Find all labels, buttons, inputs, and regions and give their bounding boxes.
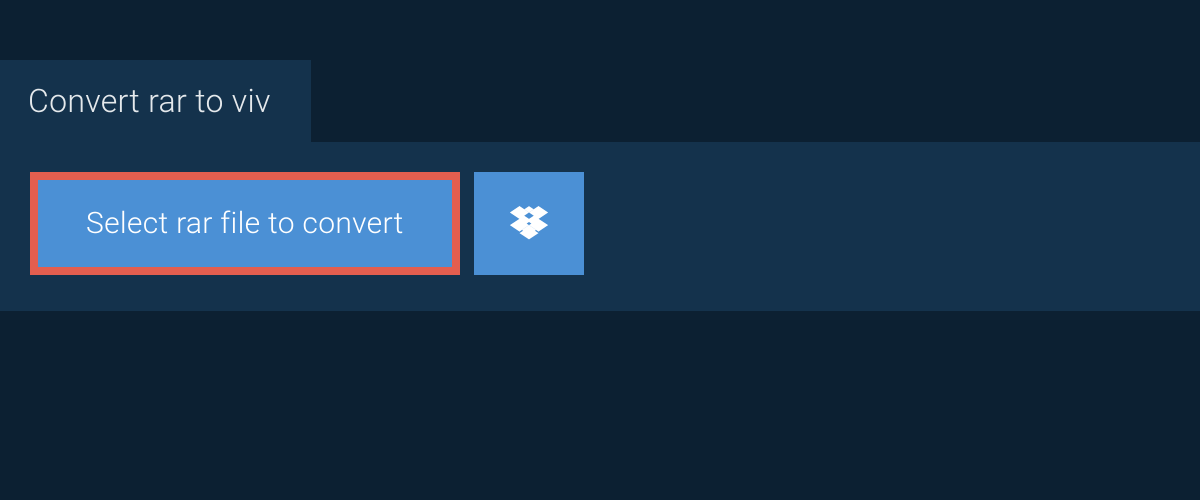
- upload-panel: Select rar file to convert: [0, 142, 1200, 311]
- button-row: Select rar file to convert: [30, 172, 1170, 275]
- page-title: Convert rar to viv: [28, 82, 271, 120]
- dropbox-icon: [510, 203, 548, 245]
- dropbox-button[interactable]: [474, 172, 584, 275]
- tab-header: Convert rar to viv: [0, 60, 311, 142]
- select-file-button[interactable]: Select rar file to convert: [30, 172, 460, 275]
- select-file-label: Select rar file to convert: [86, 206, 404, 241]
